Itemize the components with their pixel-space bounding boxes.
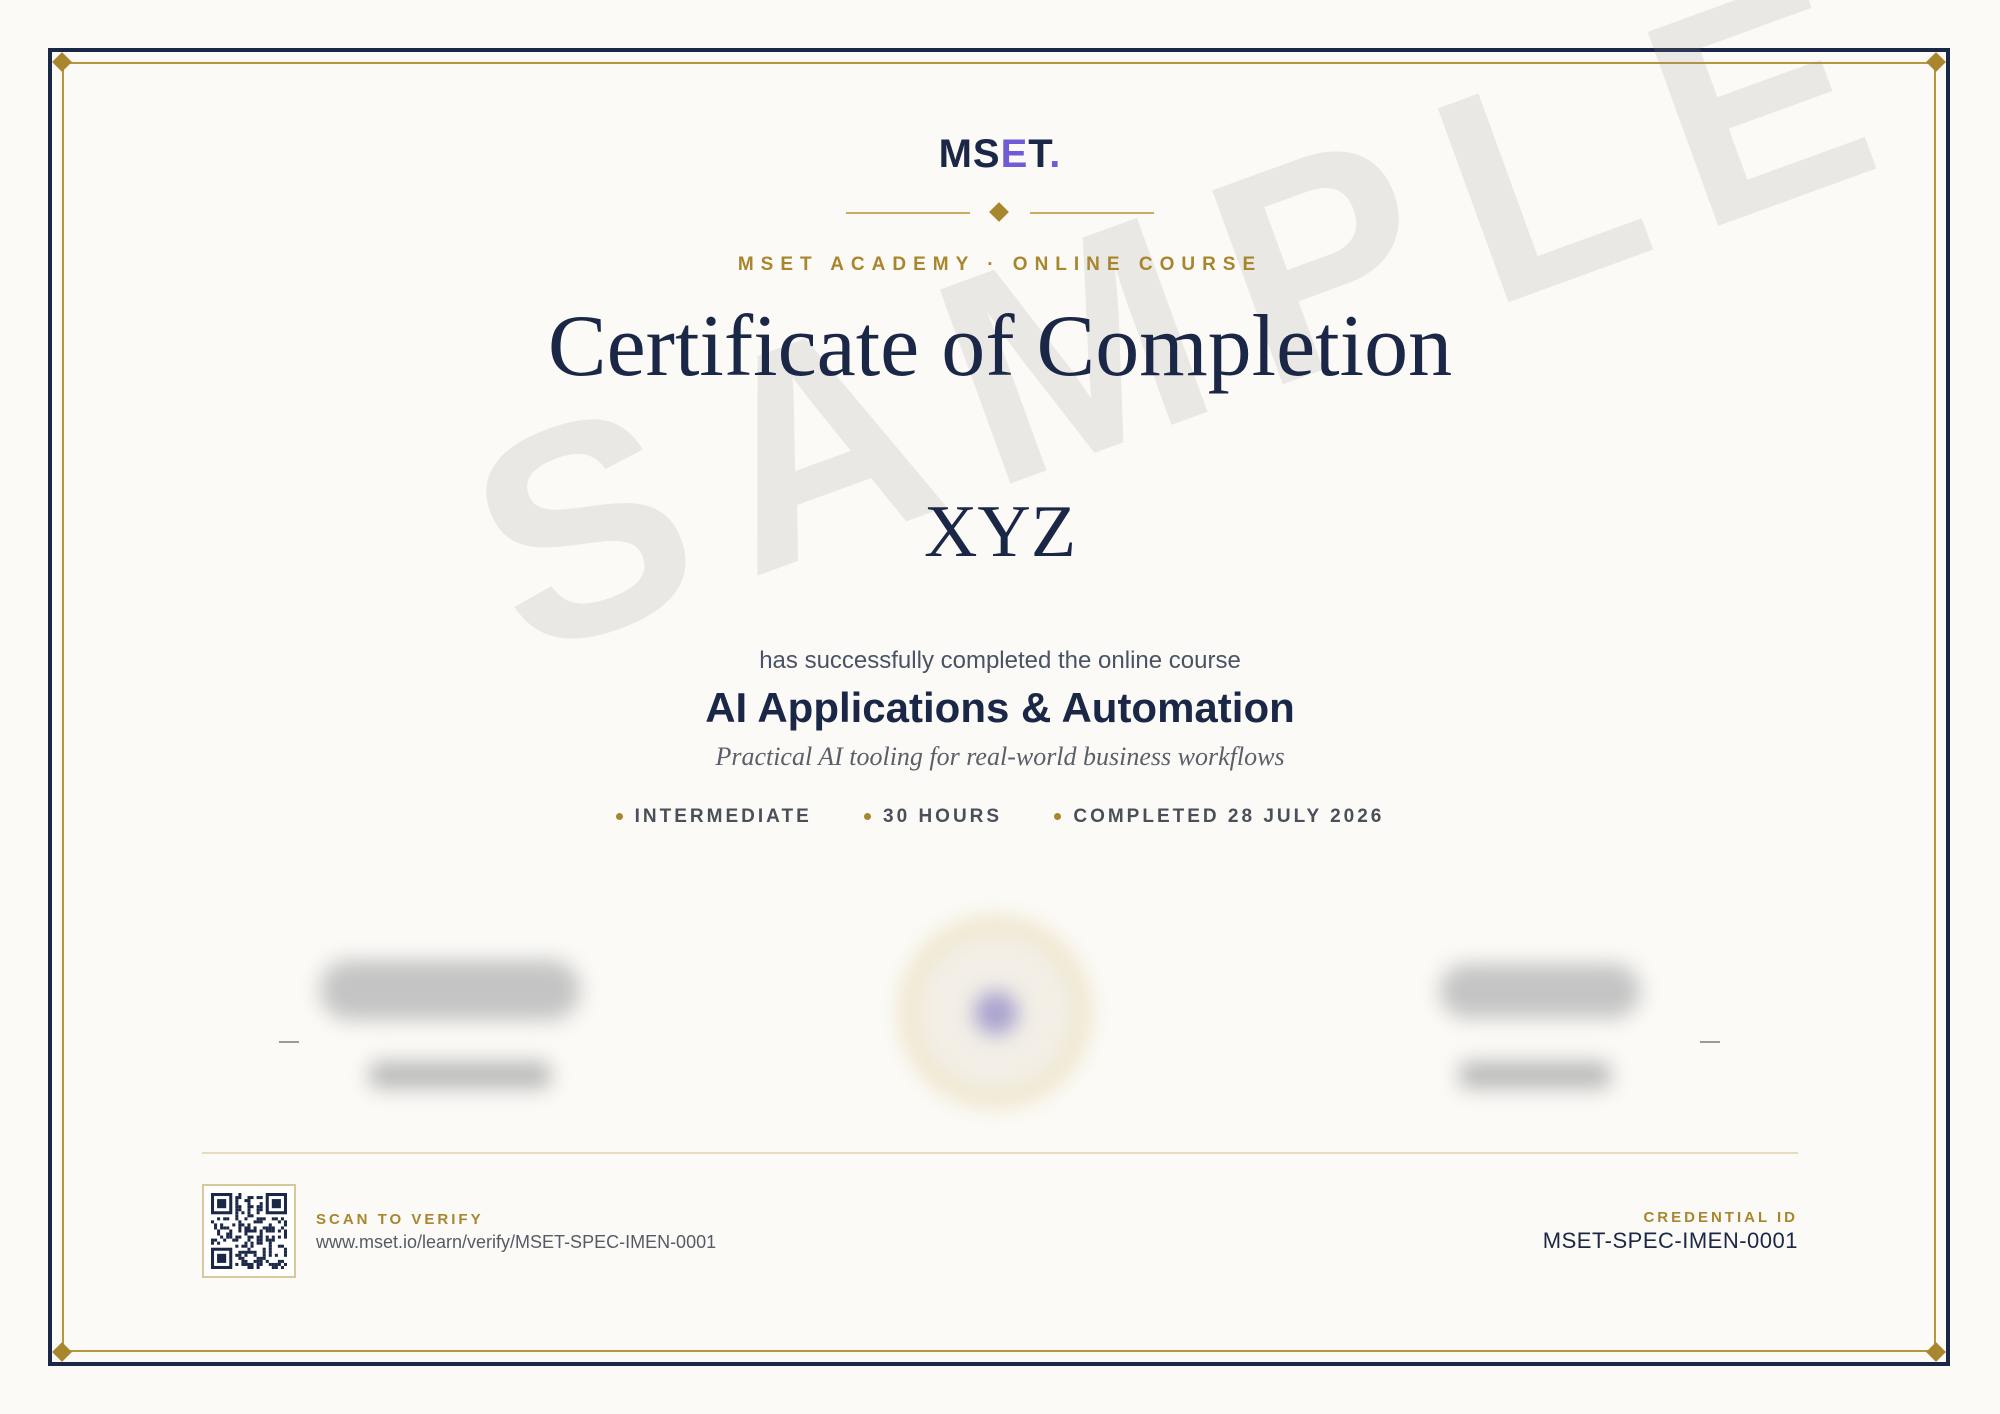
scan-to-verify-label: SCAN TO VERIFY	[316, 1211, 484, 1228]
logo-dot: .	[1049, 132, 1062, 176]
bullet-icon	[615, 813, 623, 821]
divider-line-right	[1030, 212, 1154, 214]
academy-eyebrow: MSET ACADEMY · ONLINE COURSE	[737, 254, 1263, 275]
credential-id-label: CREDENTIAL ID	[1643, 1209, 1798, 1226]
course-name: AI Applications & Automation	[705, 684, 1295, 731]
verification-qr-code[interactable]	[202, 1184, 296, 1278]
signatory-right-title-image	[1460, 1062, 1610, 1088]
certificate-title: Certificate of Completion	[547, 298, 1453, 395]
logo-text-part3: T	[1028, 132, 1050, 176]
signature-left-image	[320, 960, 580, 1020]
mset-logo: MSET.	[0, 132, 2000, 177]
verify-url[interactable]: www.mset.io/learn/verify/MSET-SPEC-IMEN-…	[316, 1232, 716, 1253]
seal-center	[974, 991, 1018, 1035]
logo-text-part1: MS	[938, 132, 1001, 176]
seal-icon	[900, 917, 1090, 1107]
divider-line-left	[846, 212, 970, 214]
blurred-signature-area	[300, 822, 1700, 1122]
bullet-icon	[864, 813, 872, 821]
signature-right-image	[1440, 964, 1640, 1018]
recipient-name: XYZ	[923, 491, 1077, 573]
logo-text-accent: E	[1000, 132, 1029, 176]
credential-id-value: MSET-SPEC-IMEN-0001	[1542, 1228, 1798, 1253]
signatory-left-title-image	[370, 1062, 550, 1088]
completion-statement: has successfully completed the online co…	[759, 647, 1241, 674]
signature-line-right-end	[1700, 1041, 1720, 1043]
signature-line-left-end	[279, 1041, 299, 1043]
course-tagline: Practical AI tooling for real-world busi…	[715, 742, 1285, 771]
qr-code-icon	[211, 1193, 287, 1269]
footer-divider	[202, 1152, 1798, 1154]
bullet-icon	[1054, 813, 1062, 821]
